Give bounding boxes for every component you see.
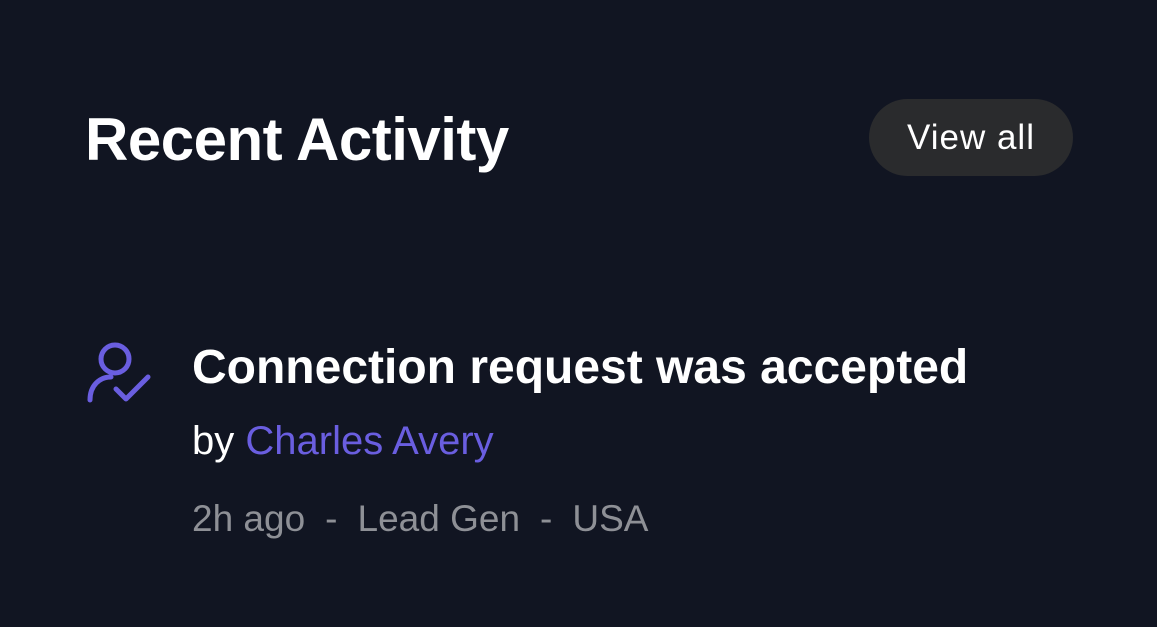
recent-activity-panel: Recent Activity View all Connection requ… [0, 0, 1157, 627]
activity-author-line: by Charles Avery [192, 415, 494, 467]
activity-item[interactable]: Connection request was accepted by Charl… [85, 338, 1085, 558]
section-title: Recent Activity [85, 106, 509, 173]
activity-time: 2h ago [192, 498, 306, 539]
by-prefix: by [192, 419, 235, 463]
meta-separator: - [325, 498, 338, 539]
activity-title: Connection request was accepted [192, 341, 969, 394]
activity-campaign: Lead Gen [357, 498, 521, 539]
view-all-button[interactable]: View all [869, 99, 1073, 176]
activity-meta: 2h ago - Lead Gen - USA [192, 494, 648, 544]
author-link[interactable]: Charles Avery [245, 419, 493, 463]
user-check-icon [87, 342, 151, 403]
meta-separator: - [540, 498, 553, 539]
activity-location: USA [572, 498, 649, 539]
